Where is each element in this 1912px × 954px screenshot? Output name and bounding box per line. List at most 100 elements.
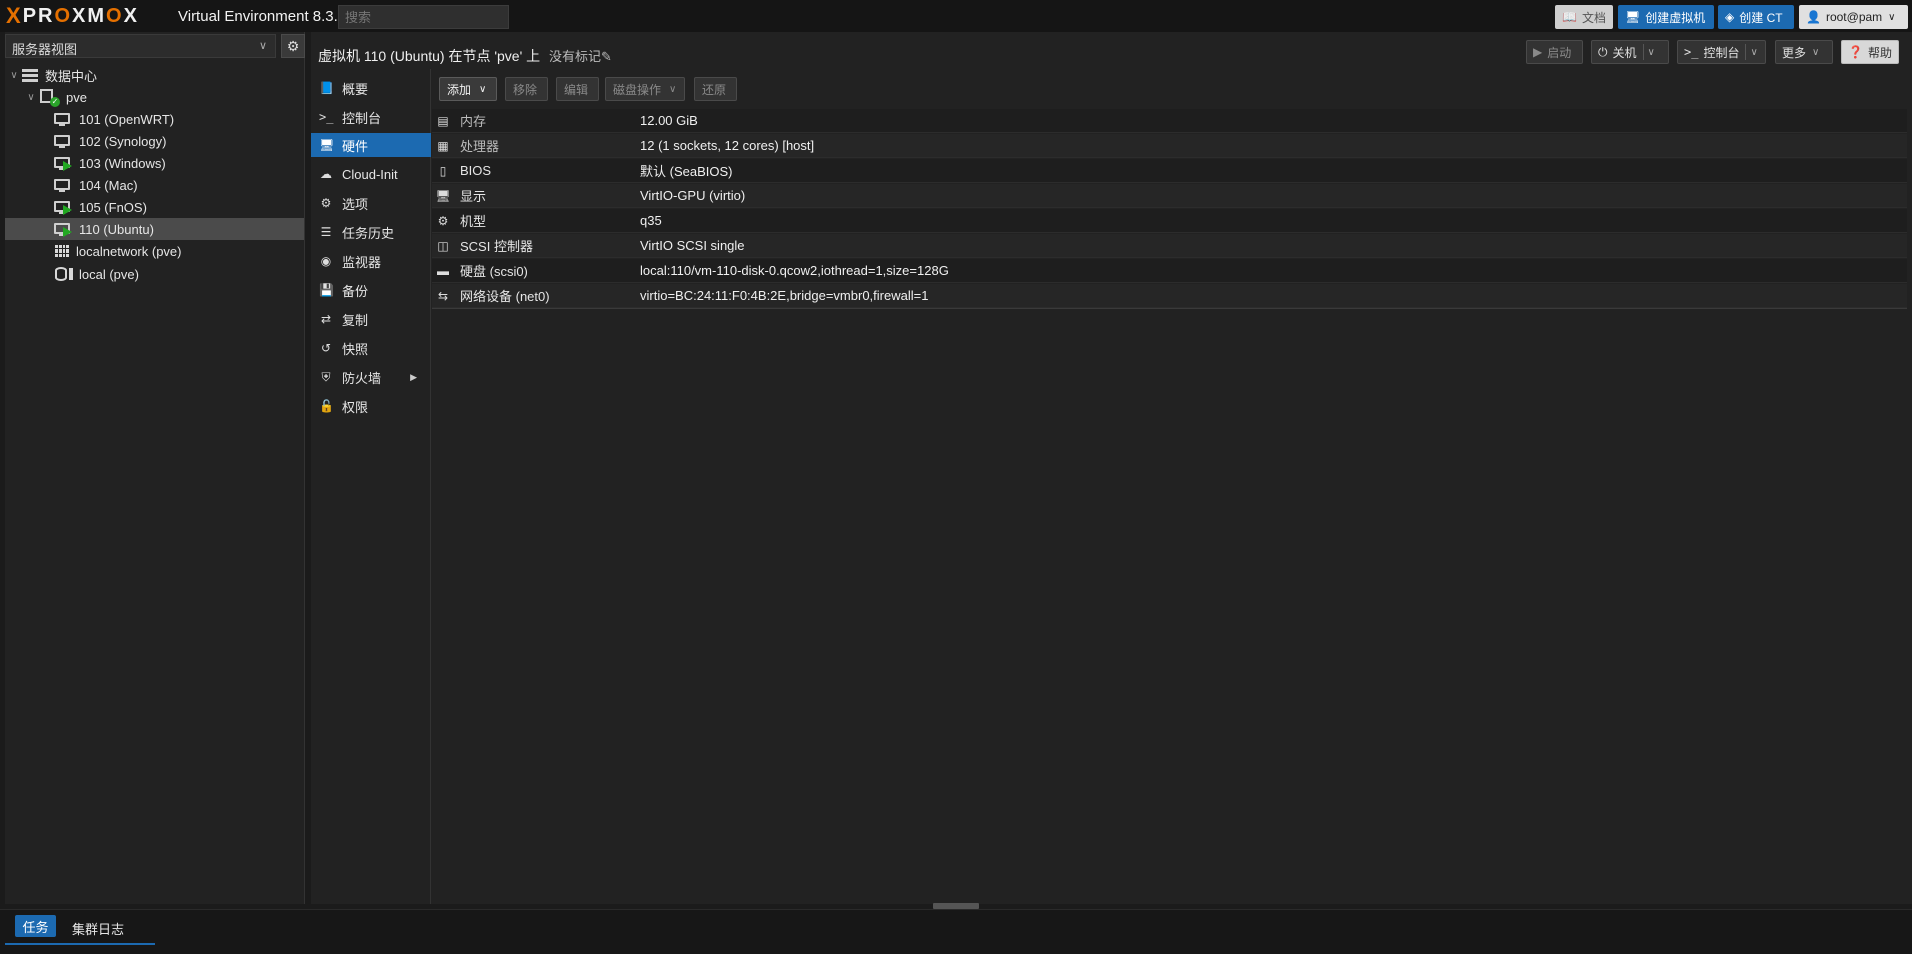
book-icon: 📘: [319, 81, 334, 95]
hardware-row-hard-disk[interactable]: ▬ 硬盘 (scsi0) local:110/vm-110-disk-0.qco…: [432, 259, 1907, 283]
hdd-icon: ▬: [437, 263, 449, 278]
tree-item-vm-105[interactable]: 105 (FnOS): [5, 196, 304, 218]
monitor-icon: 🖥: [319, 138, 335, 152]
create-vm-button[interactable]: 🖥 创建虚拟机: [1618, 5, 1714, 29]
tree-item-vm-102[interactable]: 102 (Synology): [5, 130, 304, 152]
tree-item-localnetwork[interactable]: localnetwork (pve): [5, 240, 304, 262]
version-label: Virtual Environment 8.3.2: [178, 8, 347, 25]
tags-editor[interactable]: 没有标记✎: [549, 46, 612, 65]
nav-monitor[interactable]: ◉ 监视器: [311, 249, 431, 273]
tab-cluster-log[interactable]: 集群日志: [72, 919, 124, 938]
vm-running-icon: [54, 156, 72, 171]
chevron-down-icon: ∨: [258, 40, 267, 52]
revert-button[interactable]: 还原: [694, 77, 737, 101]
user-menu-button[interactable]: 👤 root@pam ∨: [1799, 5, 1908, 29]
shield-icon: ⛨: [321, 369, 331, 384]
shutdown-button[interactable]: ⏻ 关机 ∨: [1591, 40, 1669, 64]
cloud-icon: ☁: [320, 167, 332, 181]
desktop-icon: 🖥: [1625, 10, 1641, 24]
search-input[interactable]: [338, 5, 509, 29]
vm-icon: [54, 112, 72, 126]
hardware-row-display[interactable]: 🖥 显示 VirtIO-GPU (virtio): [432, 184, 1907, 208]
chevron-down-icon[interactable]: ∨: [25, 92, 37, 103]
hardware-row-scsi-controller[interactable]: ◫ SCSI 控制器 VirtIO SCSI single: [432, 234, 1907, 258]
pencil-icon[interactable]: ✎: [601, 49, 612, 64]
database-icon: ◫: [437, 238, 449, 253]
console-button[interactable]: >_ 控制台 ∨: [1677, 40, 1766, 64]
nav-hardware[interactable]: 🖥 硬件: [311, 133, 431, 157]
cogs-icon: ⚙: [437, 213, 449, 228]
hardware-row-network[interactable]: ⇆ 网络设备 (net0) virtio=BC:24:11:F0:4B:2E,b…: [432, 284, 1907, 308]
gear-icon: ⚙: [286, 37, 300, 54]
user-icon: 👤: [1806, 10, 1821, 24]
chevron-down-icon: ∨: [669, 83, 677, 95]
tree-item-vm-110[interactable]: 110 (Ubuntu): [5, 218, 304, 240]
table-bottom-border: [432, 308, 1907, 309]
edit-button[interactable]: 编辑: [556, 77, 599, 101]
chevron-down-icon[interactable]: ∨: [8, 70, 20, 81]
cpu-icon: ▦: [437, 138, 449, 153]
nav-backup[interactable]: 💾 备份: [311, 278, 431, 302]
terminal-icon: >_: [319, 110, 334, 124]
storage-icon: [55, 267, 67, 281]
view-selector[interactable]: 服务器视图 ∨: [5, 34, 276, 58]
book-icon: 📖: [1562, 10, 1577, 24]
nav-options[interactable]: ⚙ 选项: [311, 191, 431, 215]
nav-replication[interactable]: ⇄ 复制: [311, 307, 431, 331]
eye-icon: ◉: [320, 254, 332, 268]
chevron-down-icon[interactable]: ∨: [1648, 47, 1655, 58]
exchange-icon: ⇆: [437, 288, 449, 303]
floppy-icon: 💾: [319, 283, 334, 297]
start-button[interactable]: ▶ 启动: [1526, 40, 1583, 64]
caret-right-icon[interactable]: ▶: [410, 372, 417, 383]
tab-tasks[interactable]: 任务: [15, 915, 56, 937]
create-ct-button[interactable]: ◈ 创建 CT: [1718, 5, 1794, 29]
remove-button[interactable]: 移除: [505, 77, 548, 101]
tree-item-vm-101[interactable]: 101 (OpenWRT): [5, 108, 304, 130]
add-button[interactable]: 添加 ∨: [439, 77, 497, 101]
disk-action-button[interactable]: 磁盘操作 ∨: [605, 77, 685, 101]
storage-bar-icon: [69, 268, 73, 280]
tree-item-vm-103[interactable]: 103 (Windows): [5, 152, 304, 174]
chevron-down-icon[interactable]: ∨: [1750, 47, 1757, 58]
tree-item-local-storage[interactable]: local (pve): [5, 263, 304, 285]
terminal-icon: >_: [1684, 45, 1699, 59]
bottom-log-panel: [0, 909, 1912, 954]
nav-cloud-init[interactable]: ☁ Cloud-Init: [311, 162, 431, 186]
datacenter-icon: [22, 68, 38, 82]
nav-permissions[interactable]: 🔓 权限: [311, 394, 431, 418]
hardware-row-cpu[interactable]: ▦ 处理器 12 (1 sockets, 12 cores) [host]: [432, 134, 1907, 158]
tree-item-vm-104[interactable]: 104 (Mac): [5, 174, 304, 196]
chevron-down-icon: ∨: [1812, 46, 1820, 58]
play-icon: ▶: [1533, 45, 1543, 59]
hardware-row-memory[interactable]: ▤ 内存 12.00 GiB: [432, 109, 1907, 133]
nav-firewall[interactable]: ⛨ 防火墙 ▶: [311, 365, 431, 389]
tree-item-datacenter[interactable]: ∨ 数据中心: [5, 64, 304, 86]
chevron-down-icon: ∨: [479, 83, 487, 95]
more-button[interactable]: 更多 ∨: [1775, 40, 1833, 64]
nav-summary[interactable]: 📘 概要: [311, 76, 431, 100]
tree-item-node-pve[interactable]: ∨ ✓ pve: [5, 86, 304, 108]
unlock-icon: 🔓: [319, 399, 334, 413]
tree-settings-button[interactable]: ⚙: [281, 34, 305, 58]
gear-icon: ⚙: [320, 196, 332, 210]
nav-snapshots[interactable]: ↺ 快照: [311, 336, 431, 360]
memory-icon: ▤: [437, 113, 449, 128]
active-tab-indicator: [5, 943, 155, 945]
vm-running-icon: [54, 222, 72, 237]
hardware-row-bios[interactable]: ▯ BIOS 默认 (SeaBIOS): [432, 159, 1907, 183]
microchip-icon: ▯: [439, 163, 447, 178]
hardware-row-machine[interactable]: ⚙ 机型 q35: [432, 209, 1907, 233]
nav-console[interactable]: >_ 控制台: [311, 105, 431, 129]
nav-task-history[interactable]: ☰ 任务历史: [311, 220, 431, 244]
help-button[interactable]: ❓ 帮助: [1841, 40, 1899, 64]
vm-icon: [54, 178, 72, 192]
vm-running-icon: [54, 200, 72, 215]
docs-button[interactable]: 📖 文档: [1555, 5, 1613, 29]
vm-icon: [54, 134, 72, 148]
power-icon: ⏻: [1598, 44, 1608, 59]
proxmox-logo[interactable]: X PROXMOX: [6, 5, 139, 27]
cube-icon: ◈: [1725, 10, 1735, 24]
network-grid-icon: [55, 245, 69, 257]
desktop-icon: 🖥: [435, 188, 451, 203]
